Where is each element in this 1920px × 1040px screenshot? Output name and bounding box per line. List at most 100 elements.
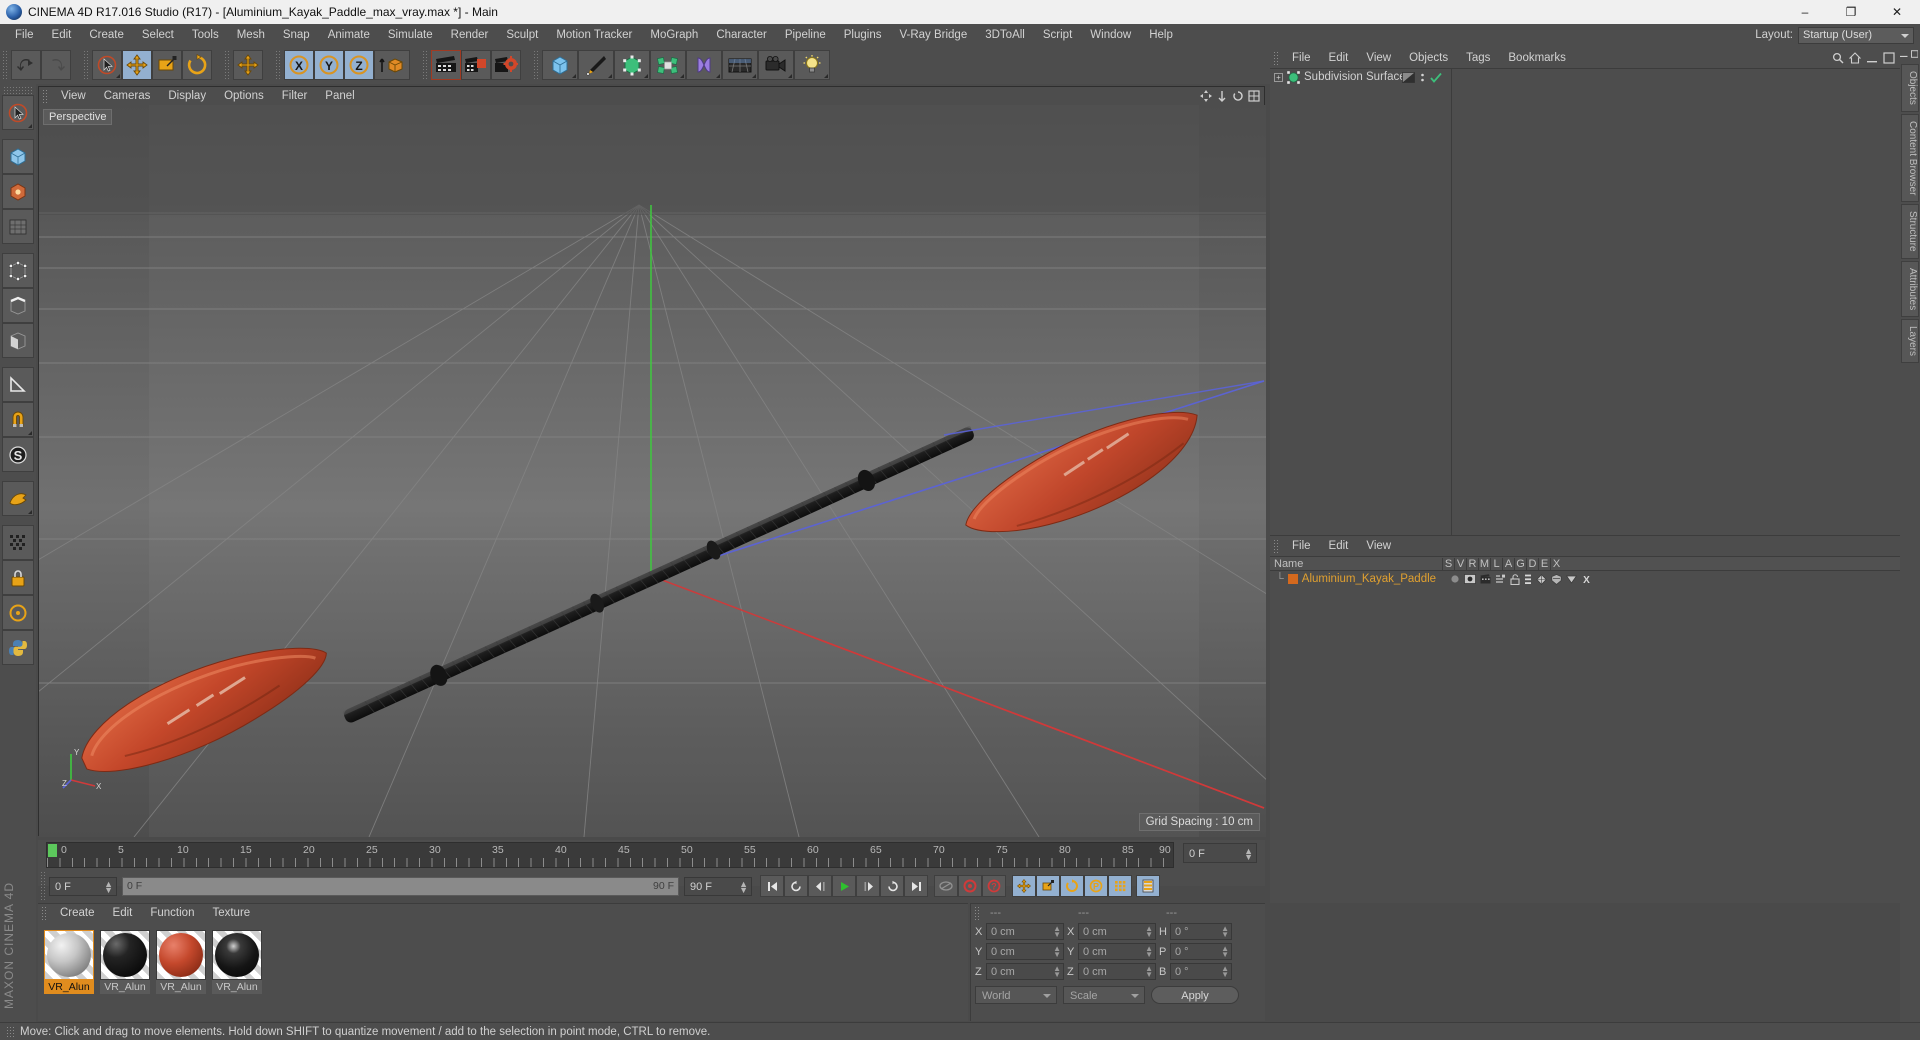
viewport-menu-view[interactable]: View: [52, 87, 95, 105]
layer-menu-file[interactable]: File: [1283, 537, 1320, 555]
menu-mesh[interactable]: Mesh: [228, 24, 274, 46]
right-tab-attributes[interactable]: Attributes: [1901, 260, 1919, 318]
play-button[interactable]: [832, 875, 856, 897]
layer-col-e[interactable]: E: [1538, 557, 1550, 570]
left-palette-grip[interactable]: [3, 86, 33, 94]
layer-col-s[interactable]: S: [1442, 557, 1454, 570]
add-generator-button[interactable]: [614, 50, 650, 80]
object-menu-tags[interactable]: Tags: [1457, 49, 1499, 67]
menu-help[interactable]: Help: [1140, 24, 1182, 46]
spinner-icon[interactable]: ▲ ▼: [1053, 945, 1061, 959]
rotate-icon[interactable]: [1232, 90, 1244, 102]
timeline-playhead[interactable]: [48, 844, 57, 857]
menu-animate[interactable]: Animate: [319, 24, 379, 46]
check-tag-icon[interactable]: [1430, 72, 1442, 83]
object-manager-grip[interactable]: [1273, 51, 1280, 65]
display-tag-icon[interactable]: [1402, 71, 1415, 83]
menu-tools[interactable]: Tools: [183, 24, 228, 46]
coord-size-y-input[interactable]: 0 cm ▲ ▼: [1078, 943, 1156, 960]
layer-menu-edit[interactable]: Edit: [1320, 537, 1358, 555]
material-menu-create[interactable]: Create: [51, 904, 104, 922]
minimize-icon[interactable]: [1900, 50, 1908, 58]
rotation-key-button[interactable]: [1060, 875, 1084, 897]
menu-3dtoall[interactable]: 3DToAll: [976, 24, 1034, 46]
spinner-icon[interactable]: ▲ ▼: [1221, 925, 1229, 939]
minimize-button[interactable]: –: [1782, 0, 1828, 24]
object-menu-bookmarks[interactable]: Bookmarks: [1499, 49, 1575, 67]
material-swatch[interactable]: VR_Alun: [212, 930, 262, 994]
select-tool-button[interactable]: [92, 50, 122, 80]
viewport-menu-cameras[interactable]: Cameras: [95, 87, 160, 105]
point-mode-button[interactable]: [2, 253, 34, 288]
viewport-3d-canvas[interactable]: Perspective Y X Z Grid Spacing: 10 cm: [39, 105, 1266, 837]
world-object-coords-button[interactable]: [374, 50, 410, 80]
spinner-icon[interactable]: ▲ ▼: [739, 879, 748, 894]
right-tab-content-browser[interactable]: Content Browser: [1901, 113, 1919, 203]
menu-window[interactable]: Window: [1081, 24, 1140, 46]
menu-simulate[interactable]: Simulate: [379, 24, 442, 46]
add-deformer-button[interactable]: [686, 50, 722, 80]
solo-button[interactable]: [2, 481, 34, 516]
layout-select[interactable]: Startup (User): [1798, 26, 1914, 44]
live-selection-tool-button[interactable]: [2, 95, 34, 130]
layer-col-d[interactable]: D: [1526, 557, 1538, 570]
add-environment-button[interactable]: [722, 50, 758, 80]
spinner-icon[interactable]: ▲ ▼: [1221, 965, 1229, 979]
maximize-button[interactable]: ❐: [1828, 0, 1874, 24]
move-tool-button[interactable]: [122, 50, 152, 80]
keyframe-selection-button[interactable]: [1136, 875, 1160, 897]
render-to-picture-viewer-button[interactable]: [461, 50, 491, 80]
edge-mode-button[interactable]: [2, 288, 34, 323]
home-icon[interactable]: [1849, 52, 1861, 64]
layer-col-l[interactable]: L: [1490, 557, 1502, 570]
frame-end-field[interactable]: 90 F ▲ ▼: [684, 876, 752, 896]
generator-icon[interactable]: [1536, 573, 1547, 585]
coord-size-x-input[interactable]: 0 cm ▲ ▼: [1078, 923, 1156, 940]
spinner-icon[interactable]: ▲ ▼: [1221, 945, 1229, 959]
viewport-menu-display[interactable]: Display: [159, 87, 215, 105]
pla-key-button[interactable]: [1108, 875, 1132, 897]
object-menu-edit[interactable]: Edit: [1320, 49, 1358, 67]
object-menu-file[interactable]: File: [1283, 49, 1320, 67]
padlock-button[interactable]: [2, 560, 34, 595]
step-forward-button[interactable]: [856, 875, 880, 897]
timeline-current-frame-field[interactable]: 0 F ▲ ▼: [1183, 843, 1257, 863]
layer-manager-grip[interactable]: [1273, 539, 1280, 553]
right-tab-layers[interactable]: Layers: [1901, 319, 1919, 364]
timeline-scrollbar[interactable]: 0 F 90 F: [122, 876, 679, 896]
rotate-tool-button[interactable]: [182, 50, 212, 80]
right-tab-objects[interactable]: Objects: [1901, 64, 1919, 112]
layer-menu-view[interactable]: View: [1357, 537, 1400, 555]
visibility-dots-icon[interactable]: [1419, 72, 1426, 83]
layer-col-m[interactable]: M: [1478, 557, 1490, 570]
viewport-menubar-grip[interactable]: [42, 89, 49, 103]
autokeying-button[interactable]: ?: [982, 875, 1006, 897]
search-icon[interactable]: [1832, 52, 1844, 64]
coord-rot-b-input[interactable]: 0 ° ▲ ▼: [1170, 963, 1232, 980]
coordinate-system-select[interactable]: World: [975, 986, 1057, 1004]
animation-icon[interactable]: [1524, 574, 1532, 585]
add-spline-button[interactable]: [578, 50, 614, 80]
layer-col-v[interactable]: V: [1454, 557, 1466, 570]
toolbar-grip-4[interactable]: [275, 50, 282, 80]
loop-forward-button[interactable]: [880, 875, 904, 897]
scale-key-button[interactable]: [1036, 875, 1060, 897]
layer-row[interactable]: └ Aluminium_Kayak_Paddle X: [1270, 571, 1900, 587]
xref-icon[interactable]: X: [1581, 574, 1592, 585]
step-back-button[interactable]: [808, 875, 832, 897]
coord-rot-p-input[interactable]: 0 ° ▲ ▼: [1170, 943, 1232, 960]
toolbar-grip-3[interactable]: [224, 50, 231, 80]
coord-rot-h-input[interactable]: 0 ° ▲ ▼: [1170, 923, 1232, 940]
manager-icon[interactable]: [1495, 574, 1506, 584]
close-button[interactable]: ✕: [1874, 0, 1920, 24]
texture-mode-button[interactable]: [2, 209, 34, 244]
object-axis-mode-button[interactable]: [2, 174, 34, 209]
viewport-menu-options[interactable]: Options: [215, 87, 273, 105]
go-to-end-button[interactable]: [904, 875, 928, 897]
menu-file[interactable]: File: [6, 24, 43, 46]
material-swatch[interactable]: VR_Alun: [156, 930, 206, 994]
object-menu-view[interactable]: View: [1357, 49, 1400, 67]
spinner-icon[interactable]: ▲ ▼: [1145, 965, 1153, 979]
quantize-button[interactable]: S: [2, 437, 34, 472]
render-settings-button[interactable]: [491, 50, 521, 80]
